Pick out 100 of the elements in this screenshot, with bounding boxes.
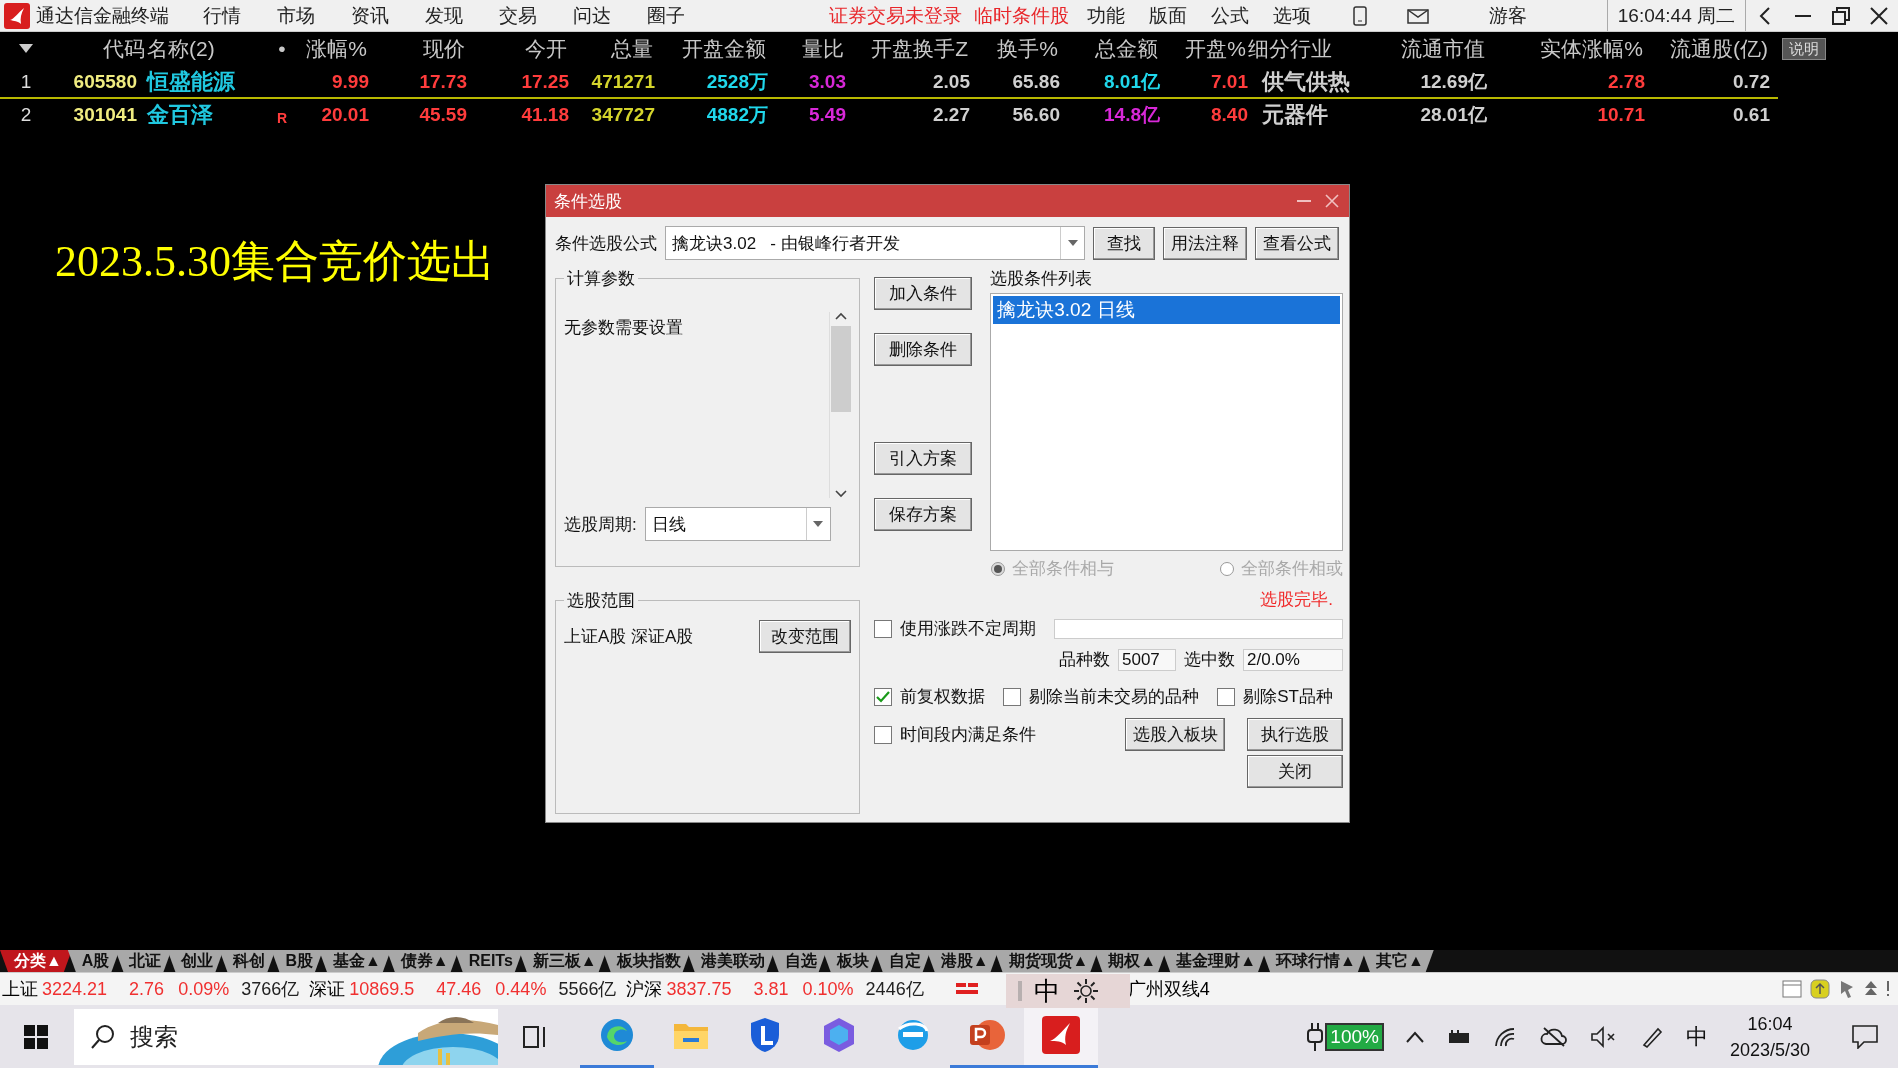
checkbox[interactable]: 剔除ST品种 <box>1217 685 1333 708</box>
clock[interactable]: 16:04 2023/5/30 <box>1729 1010 1810 1063</box>
tab[interactable]: 港美联动 <box>686 950 775 972</box>
tab[interactable]: 自定 <box>874 950 931 972</box>
column-header[interactable]: 换手% <box>970 35 1060 63</box>
column-header[interactable]: 现价 <box>369 35 467 63</box>
chevron-up-icon[interactable] <box>1405 1030 1424 1043</box>
shield-icon[interactable] <box>749 1017 781 1053</box>
checkbox-box[interactable] <box>874 687 893 706</box>
exclamation-icon[interactable] <box>1886 981 1890 997</box>
tab[interactable]: 创业 <box>167 950 224 972</box>
menu-item[interactable]: 功能 <box>1075 2 1137 29</box>
menu-item[interactable]: 公式 <box>1199 2 1261 29</box>
checkbox-box[interactable] <box>1217 687 1236 706</box>
period-input-field[interactable] <box>1054 618 1343 639</box>
column-header[interactable]: 细分行业 <box>1248 35 1388 63</box>
checkbox-box[interactable] <box>874 619 893 638</box>
column-header[interactable]: 总量 <box>569 35 655 63</box>
arrow-up-icon[interactable] <box>1864 980 1878 998</box>
column-header[interactable]: 实体涨幅% <box>1487 35 1645 63</box>
chevron-down-icon[interactable] <box>834 490 847 498</box>
column-header[interactable]: 流通股(亿) <box>1645 35 1770 63</box>
column-header[interactable]: 量比 <box>768 35 846 63</box>
tab[interactable]: 基金▲ <box>318 950 391 972</box>
column-header[interactable]: 今开 <box>467 35 569 63</box>
dialog-button[interactable]: 关闭 <box>1247 755 1343 788</box>
input-mode-label[interactable]: 中 <box>1034 973 1060 1009</box>
dialog-button[interactable]: 查找 <box>1093 226 1155 260</box>
tab[interactable]: B股 <box>271 950 323 972</box>
menu-item[interactable]: 行情 <box>185 2 259 29</box>
period-dropdown[interactable]: 日线 <box>644 507 831 541</box>
checkbox[interactable]: 前复权数据 <box>874 685 986 708</box>
notification-icon[interactable] <box>1852 1024 1878 1049</box>
cloud-off-icon[interactable] <box>1539 1025 1568 1048</box>
table-row[interactable]: 2 301041 金百泽 R 20.01 45.59 41.18 347727 4882万 5.49 2.27 56.60 14.8亿 8.40 元器件 28.01亿 10.71 0.61 <box>0 99 1778 132</box>
window-icon[interactable] <box>1782 980 1802 998</box>
formula-dropdown[interactable]: 擒龙诀3.02 - 由银峰行者开发 <box>665 226 1085 260</box>
tab[interactable]: 期权▲ <box>1094 950 1167 972</box>
menu-item[interactable]: 选项 <box>1261 2 1323 29</box>
scrollbar-thumb[interactable] <box>830 326 851 412</box>
column-header[interactable]: 流通市值 <box>1388 35 1487 63</box>
column-header[interactable]: 开盘换手Z <box>846 35 970 63</box>
note-button[interactable]: 说明 <box>1782 38 1826 60</box>
dialog-button[interactable]: 加入条件 <box>874 277 973 310</box>
mail-icon[interactable] <box>1407 7 1429 24</box>
plug-icon[interactable] <box>1305 1021 1326 1052</box>
menu-item[interactable]: 版面 <box>1137 2 1199 29</box>
dialog-button[interactable]: 执行选股 <box>1247 718 1343 751</box>
browser-icon[interactable] <box>599 1017 635 1053</box>
alert-link[interactable]: 临时条件股 <box>968 2 1075 29</box>
tab[interactable]: 港股▲ <box>926 950 999 972</box>
checkbox-box[interactable] <box>1003 687 1022 706</box>
tab[interactable]: 分类▲ <box>0 950 72 972</box>
column-header[interactable]: 开盘金额 <box>655 35 768 63</box>
list-item[interactable]: 擒龙诀3.02 日线 <box>993 296 1340 324</box>
tab[interactable]: REITs <box>454 950 523 972</box>
change-range-button[interactable]: 改变范围 <box>759 619 852 653</box>
drag-handle-icon[interactable] <box>1018 981 1022 1001</box>
dialog-button[interactable]: 用法注释 <box>1163 226 1247 260</box>
dialog-button[interactable]: 引入方案 <box>874 442 973 475</box>
browser-icon[interactable] <box>895 1017 931 1053</box>
dialog-button[interactable]: 保存方案 <box>874 498 973 531</box>
sort-arrow-icon[interactable] <box>19 44 33 54</box>
tab[interactable]: 科创 <box>219 950 276 972</box>
menu-item[interactable]: 资讯 <box>333 2 407 29</box>
tab[interactable]: 环球行情▲ <box>1262 950 1366 972</box>
hexagon-icon[interactable] <box>822 1017 856 1053</box>
column-header[interactable]: 代码 <box>52 35 147 63</box>
table-row[interactable]: 1 605580 恒盛能源 9.99 17.73 17.25 471271 2528万 3.03 2.05 65.86 8.01亿 7.01 供气供热 12.69亿 2.78 0.72 <box>0 66 1778 99</box>
tab[interactable]: 北证 <box>115 950 172 972</box>
tab[interactable]: 自选 <box>770 950 827 972</box>
settings-icon[interactable] <box>1072 977 1100 1005</box>
dialog-button[interactable]: 查看公式 <box>1255 226 1339 260</box>
column-header[interactable]: 总金额 <box>1060 35 1160 63</box>
checkbox[interactable]: 时间段内满足条件 <box>874 723 1093 746</box>
menu-item[interactable]: 发现 <box>407 2 481 29</box>
tab[interactable]: 期货现货▲ <box>994 950 1099 972</box>
tab[interactable]: 板块指数 <box>602 950 691 972</box>
presentation-icon[interactable] <box>968 1017 1006 1053</box>
menu-item[interactable]: 圈子 <box>629 2 703 29</box>
tab[interactable]: 新三板▲ <box>518 950 607 972</box>
dialog-button[interactable]: 删除条件 <box>874 333 973 366</box>
menu-item[interactable]: 交易 <box>481 2 555 29</box>
dialog-button[interactable]: 选股入板块 <box>1125 718 1225 751</box>
speaker-muted-icon[interactable] <box>1589 1025 1618 1048</box>
alert-link[interactable]: 证券交易未登录 <box>823 2 968 29</box>
chevron-up-icon[interactable] <box>834 312 847 320</box>
input-method-indicator[interactable]: 中 <box>1685 1021 1708 1052</box>
start-icon[interactable] <box>24 1024 48 1049</box>
menu-item[interactable]: 市场 <box>259 2 333 29</box>
tab[interactable]: 其它▲ <box>1361 950 1434 972</box>
menu-item[interactable]: 问达 <box>555 2 629 29</box>
checkbox[interactable]: 使用涨跌不定周期 <box>874 617 1037 640</box>
user-label[interactable]: 游客 <box>1489 2 1527 29</box>
tab[interactable]: 板块 <box>822 950 879 972</box>
app-logo-icon[interactable] <box>1041 1015 1081 1055</box>
search-field[interactable]: 搜索 <box>74 1008 498 1065</box>
column-header[interactable]: 名称(2) <box>147 35 262 63</box>
tab[interactable]: 债券▲ <box>386 950 459 972</box>
checkbox[interactable]: 剔除当前未交易的品种 <box>1003 685 1200 708</box>
